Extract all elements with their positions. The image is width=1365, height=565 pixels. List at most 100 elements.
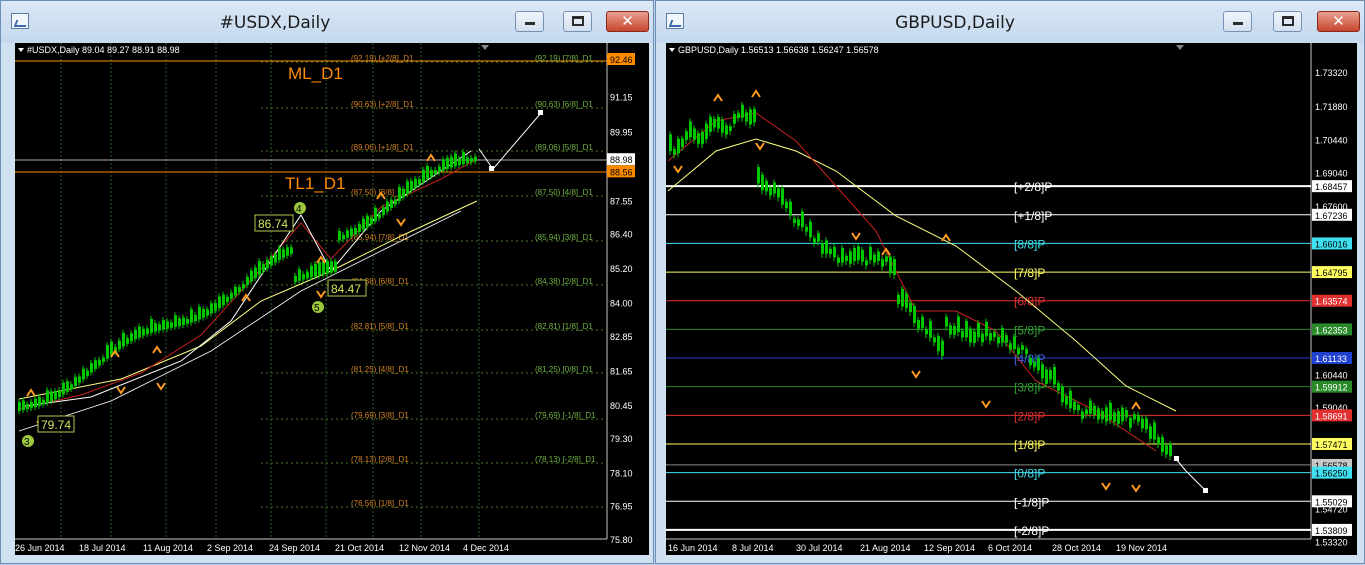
murrey-level-label-right: (92.19) [7/8]_D1 [535, 54, 593, 63]
date-tick-label: 24 Sep 2014 [269, 543, 320, 553]
price-tick-label: 1.69040 [1315, 168, 1348, 178]
murrey-level-label: [5/8]P [1014, 323, 1045, 337]
usdx-candle [206, 309, 209, 316]
date-tick-label: 21 Aug 2014 [860, 543, 911, 553]
murrey-level-label-left: (79.69) [3/8]_D1 [351, 411, 409, 420]
usdx-chart-area[interactable]: (92.19) [+2/8]_D1 (92.19) [7/8]_D1 (90.63)… [1, 1, 655, 565]
gbpusd-candle [797, 219, 800, 226]
usdx-candle [126, 337, 129, 344]
gbpusd-candle [1005, 335, 1008, 343]
projection-point [489, 166, 494, 171]
gbpusd-candle [1117, 411, 1120, 424]
gbpusd-candle [781, 188, 784, 205]
usdx-candle [418, 179, 421, 185]
usdx-candle [94, 360, 97, 369]
usdx-candle [46, 390, 49, 403]
gbpusd-candle [1049, 370, 1052, 380]
usdx-candle [446, 157, 449, 169]
murrey-level-label-right: (90.63) [6/8]_D1 [535, 100, 593, 109]
gbpusd-candle [1097, 408, 1100, 420]
gbpusd-candle [1089, 400, 1092, 414]
gbpusd-candle [861, 249, 864, 262]
gbpusd-candle [773, 182, 776, 194]
price-tick-label: 88.98 [610, 155, 633, 165]
murrey-level-label-right: (89.06) [5/8]_D1 [535, 143, 593, 152]
gbpusd-candle [837, 257, 840, 263]
gbpusd-candle [989, 333, 992, 341]
gbpusd-candle [925, 328, 928, 335]
usdx-candle [178, 318, 181, 326]
gbpusd-candle [677, 138, 680, 154]
gbpusd-candle [1169, 443, 1172, 457]
murrey-level-label-left: (89.06) [+1/8]_D1 [351, 143, 414, 152]
usdx-candle [406, 181, 409, 195]
murrey-level-label: [2/8]P [1014, 409, 1045, 423]
usdx-candle [286, 247, 289, 256]
gbpusd-candle [853, 247, 856, 262]
usdx-candle [58, 390, 61, 397]
gbpusd-candle [701, 131, 704, 145]
usdx-candle [22, 400, 25, 411]
murrey-level-label-left: (85.94) [7/8]_D1 [351, 233, 409, 242]
gbpusd-candle [901, 288, 904, 307]
gbpusd-candle [1161, 437, 1164, 452]
gbpusd-candle [673, 148, 676, 155]
usdx-candle [186, 319, 189, 324]
gbpusd-candle [757, 167, 760, 184]
usdx-candle [298, 269, 301, 281]
price-tick-label: 1.58691 [1315, 411, 1348, 421]
gbpusd-candle [1149, 426, 1152, 439]
usdx-candle [274, 254, 277, 263]
usdx-candle [294, 275, 297, 283]
usdx-candle [250, 270, 253, 282]
gbpusd-chart-area[interactable]: [+2/8]P[+1/8]P[8/8]P[7/8]P[6/8]P[5/8]P[4… [656, 1, 1365, 565]
price-tick-label: 1.66016 [1315, 239, 1348, 249]
gbpusd-candle [881, 259, 884, 267]
gbpusd-candle [869, 247, 872, 261]
usdx-candle [42, 399, 45, 405]
gbpusd-candle [1165, 445, 1168, 455]
murrey-level-label: [+1/8]P [1014, 209, 1052, 223]
usdx-candle [166, 321, 169, 329]
swing-low-label: 84.47 [331, 282, 361, 296]
usdx-candle [398, 187, 401, 201]
usdx-candle [382, 207, 385, 215]
gbpusd-candle [1157, 437, 1160, 445]
gbpusd-candle [725, 125, 728, 135]
gbpusd-candle [913, 305, 916, 323]
usdx-candle [322, 261, 325, 275]
usdx-candle [202, 308, 205, 318]
usdx-candle [466, 157, 469, 164]
usdx-candle [106, 345, 109, 359]
gbpusd-chart-window: GBPUSD,Daily ✕ [+2/8]P [+1/8]P [8/8]P [7/8]… [655, 0, 1365, 564]
gbpusd-candle [733, 113, 736, 124]
gbpusd-candle [689, 121, 692, 138]
gbpusd-candle [933, 337, 936, 343]
murrey-level-label-right: (85.94) [3/8]_D1 [535, 233, 593, 242]
gbpusd-candle [917, 320, 920, 329]
gbpusd-candle [845, 255, 848, 262]
murrey-level-label-left: (82.81) [5/8]_D1 [351, 322, 409, 331]
price-tick-label: 1.53809 [1315, 526, 1348, 536]
date-tick-label: 11 Aug 2014 [143, 543, 193, 553]
usdx-candle [146, 328, 149, 335]
price-tick-label: 1.59912 [1315, 383, 1348, 393]
usdx-candle [226, 296, 229, 303]
gbpusd-candle [893, 259, 896, 275]
price-tick-label: 79.30 [610, 434, 633, 444]
price-tick-label: 80.45 [610, 401, 633, 411]
gbpusd-candle [921, 316, 924, 328]
murrey-level-label: [0/8]P [1014, 467, 1045, 481]
price-tick-label: 1.54720 [1315, 505, 1348, 515]
usdx-candle [390, 199, 393, 209]
usdx-candle [62, 382, 65, 395]
usdx-candle [70, 384, 73, 390]
murrey-level-label-left: (92.19) [+2/8]_D1 [351, 54, 414, 63]
usdx-candle [454, 153, 457, 167]
gbpusd-candle [681, 138, 684, 148]
murrey-level-label: [6/8]P [1014, 295, 1045, 309]
usdx-candle [154, 323, 157, 332]
gbpusd-candle [941, 340, 944, 356]
gbpusd-candle [1093, 405, 1096, 415]
murrey-level-label-right: (87.50) [4/8]_D1 [535, 188, 593, 197]
